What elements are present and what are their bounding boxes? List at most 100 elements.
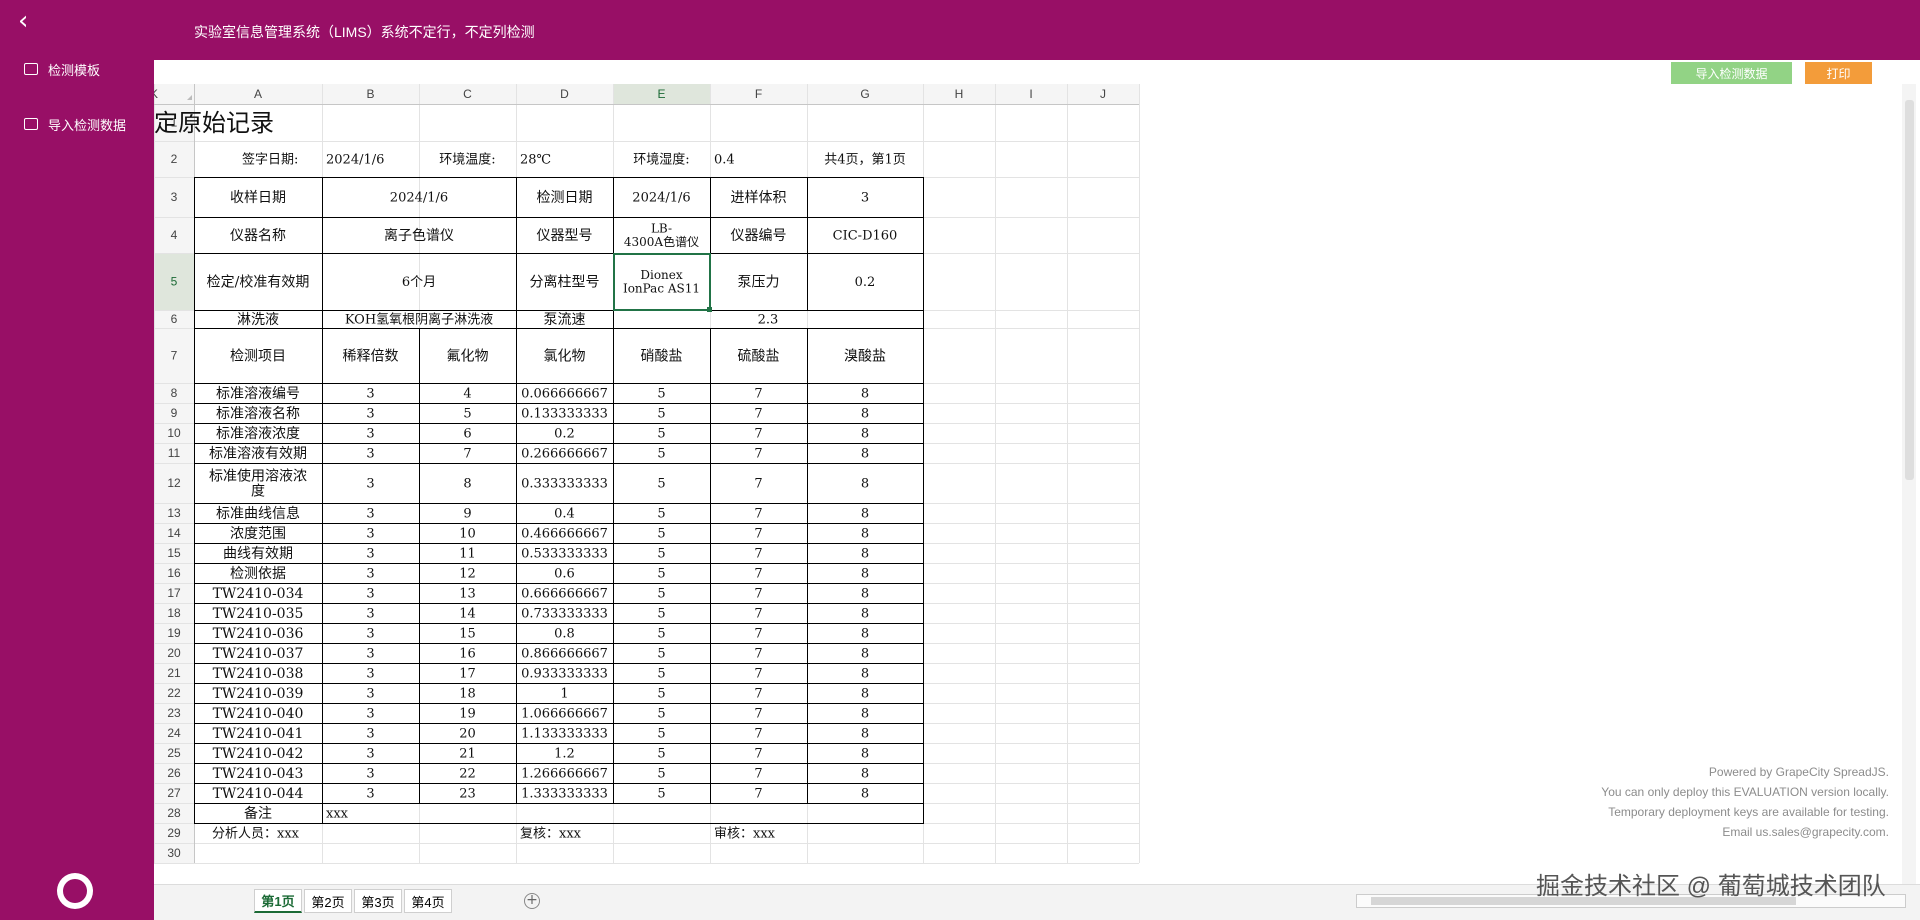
data-cell: 3 xyxy=(366,647,374,662)
data-cell: 7 xyxy=(754,607,762,622)
back-arrow-icon[interactable]: ‹ xyxy=(18,8,28,34)
column-header: B xyxy=(366,87,374,101)
row-header: 7 xyxy=(171,349,178,363)
powered-line: Email us.sales@grapecity.com. xyxy=(1722,825,1889,839)
watermark: 掘金技术社区 @ 葡萄城技术团队 xyxy=(1536,873,1886,900)
data-cell: 0.533333333 xyxy=(521,547,608,562)
column-header: C xyxy=(463,87,472,101)
data-cell: 检测依据 xyxy=(230,566,286,582)
powered-line: Powered by GrapeCity SpreadJS. xyxy=(1708,765,1889,779)
vertical-scroll-thumb[interactable] xyxy=(1905,100,1914,480)
data-cell: 3 xyxy=(366,477,374,492)
row-header: 29 xyxy=(167,826,181,840)
sidebar-item-template[interactable]: 检测模板 xyxy=(24,58,100,80)
data-cell: 0.2 xyxy=(554,427,575,442)
column-header: D xyxy=(560,87,569,101)
remark-value: xxx xyxy=(326,807,349,822)
cell-text: 仪器型号 xyxy=(537,228,593,244)
data-cell: 7 xyxy=(754,647,762,662)
row-header: 16 xyxy=(167,566,181,580)
data-cell: 0.666666667 xyxy=(521,587,608,602)
data-cell: TW2410-038 xyxy=(213,666,304,682)
row-header: 28 xyxy=(167,806,181,820)
sheet-canvas[interactable]: ABCDEFGHIJK12345678910111213141516171819… xyxy=(154,84,1900,880)
row-header: 6 xyxy=(171,312,178,326)
column-title: 溴酸盐 xyxy=(844,349,886,365)
cell-text: IonPac AS11 xyxy=(623,281,700,295)
data-cell: TW2410-040 xyxy=(213,706,304,722)
column-header: G xyxy=(860,87,869,101)
data-cell: 0.266666667 xyxy=(521,447,608,462)
cell-text: 检测日期 xyxy=(537,190,593,206)
import-data-button[interactable]: 导入检测数据 xyxy=(1671,62,1792,84)
data-cell: 8 xyxy=(861,477,869,492)
print-button[interactable]: 打印 xyxy=(1805,62,1872,84)
row-header: 13 xyxy=(167,506,181,520)
sidebar-item-import[interactable]: 导入检测数据 xyxy=(24,113,126,135)
cell-text: Dionex xyxy=(640,268,683,282)
cell-text: 2024/1/6 xyxy=(632,191,690,206)
github-icon[interactable] xyxy=(57,873,93,909)
data-cell: 5 xyxy=(463,407,471,422)
spreadsheet-grid[interactable]: ABCDEFGHIJK12345678910111213141516171819… xyxy=(154,84,1900,880)
tab-page-2[interactable]: 第2页 xyxy=(304,889,352,913)
data-cell: 8 xyxy=(861,407,869,422)
data-cell: 3 xyxy=(366,387,374,402)
data-cell: 7 xyxy=(754,667,762,682)
data-cell: 0.8 xyxy=(554,627,575,642)
data-cell: 8 xyxy=(861,567,869,582)
data-cell: 8 xyxy=(861,687,869,702)
data-cell: 7 xyxy=(754,627,762,642)
row-header: 23 xyxy=(167,706,181,720)
data-cell: 20 xyxy=(459,727,476,742)
tab-page-3[interactable]: 第3页 xyxy=(354,889,402,913)
tab-page-1[interactable]: 第1页 xyxy=(254,889,302,913)
data-cell: 度 xyxy=(251,484,265,500)
data-cell: 8 xyxy=(861,727,869,742)
cell-text: KOH氢氧根阴离子淋洗液 xyxy=(345,312,493,328)
import-icon xyxy=(24,118,38,130)
page-title: 实验室信息管理系统（LIMS）系统不定行，不定列检测 xyxy=(194,24,535,40)
data-cell: TW2410-035 xyxy=(213,606,304,622)
data-cell: 5 xyxy=(657,767,665,782)
sidebar-item-label: 导入检测数据 xyxy=(48,117,127,133)
data-cell: 3 xyxy=(366,667,374,682)
cell-text: 3 xyxy=(861,191,869,206)
data-cell: 0.333333333 xyxy=(521,477,608,492)
cell-text: 分离柱型号 xyxy=(530,274,600,291)
data-cell: 22 xyxy=(459,767,476,782)
data-cell: 0.4 xyxy=(554,507,575,522)
powered-line: You can only deploy this EVALUATION vers… xyxy=(1601,785,1889,799)
row-header: 20 xyxy=(167,646,181,660)
data-cell: 21 xyxy=(459,747,476,762)
row-header: 8 xyxy=(171,386,178,400)
template-icon xyxy=(24,63,38,75)
data-cell: 7 xyxy=(754,547,762,562)
data-cell: 3 xyxy=(366,407,374,422)
row-header: 22 xyxy=(167,686,181,700)
column-header: H xyxy=(955,87,964,101)
data-cell: 17 xyxy=(459,667,476,682)
data-cell: 19 xyxy=(459,707,476,722)
data-cell: 0.866666667 xyxy=(521,647,608,662)
tab-page-4[interactable]: 第4页 xyxy=(404,889,452,913)
data-cell: 1.2 xyxy=(554,747,575,762)
data-cell: 5 xyxy=(657,387,665,402)
data-cell: 8 xyxy=(861,387,869,402)
cell-text: LB- xyxy=(651,222,672,236)
data-cell: 3 xyxy=(366,687,374,702)
cell-text: 淋洗液 xyxy=(237,312,279,328)
data-cell: 7 xyxy=(754,747,762,762)
data-cell: 3 xyxy=(366,507,374,522)
data-cell: TW2410-039 xyxy=(213,686,304,702)
data-cell: 0.733333333 xyxy=(521,607,608,622)
powered-by-notice: Powered by GrapeCity SpreadJS. You can o… xyxy=(1601,762,1889,842)
data-cell: 5 xyxy=(657,547,665,562)
column-title: 氯化物 xyxy=(544,349,586,365)
cell-text: 仪器编号 xyxy=(731,228,787,244)
cell-border xyxy=(322,803,924,824)
data-cell: 7 xyxy=(754,527,762,542)
add-sheet-icon[interactable]: + xyxy=(524,893,540,909)
row-header: 26 xyxy=(167,766,181,780)
data-cell: 7 xyxy=(754,767,762,782)
